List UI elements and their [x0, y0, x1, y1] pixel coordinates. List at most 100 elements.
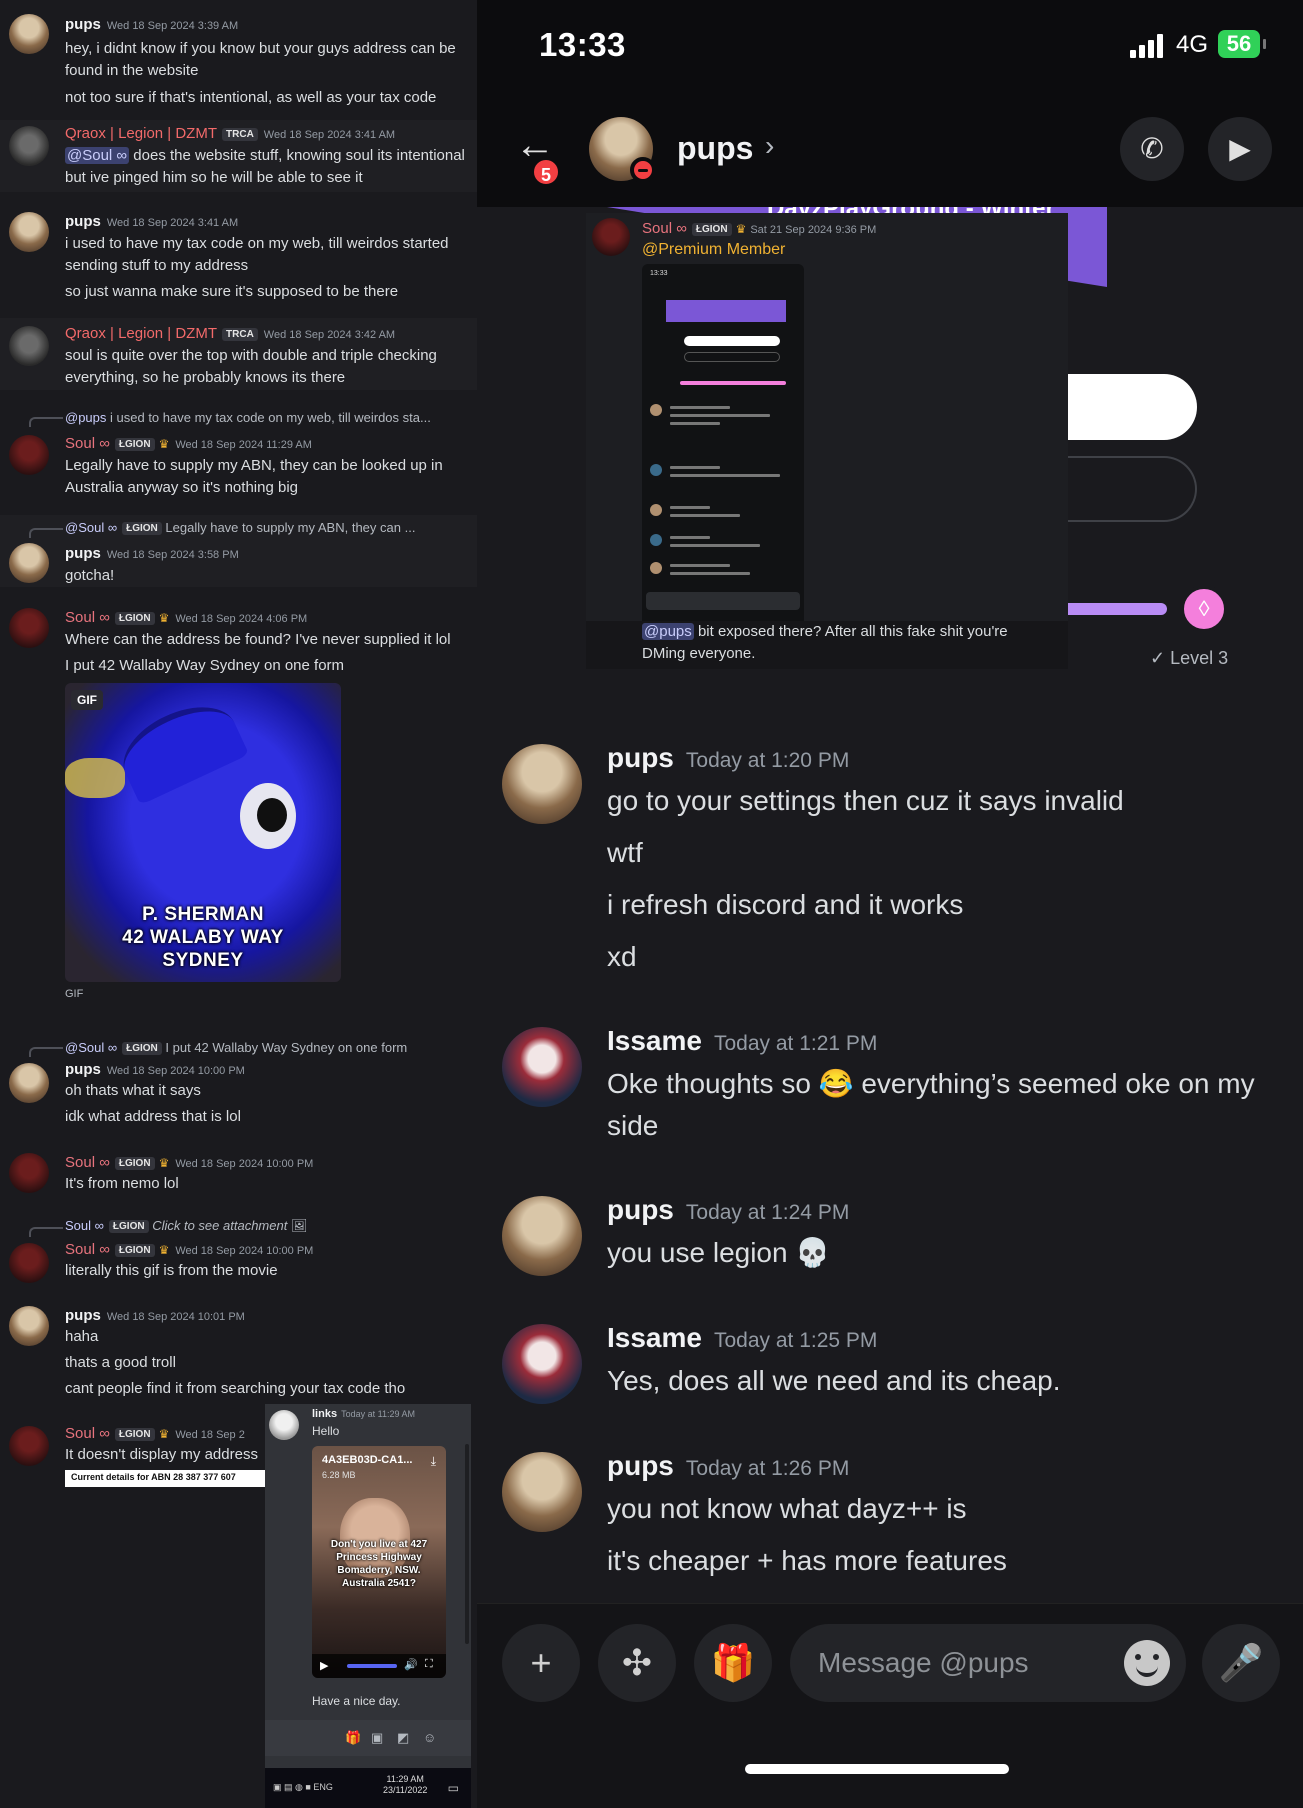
message-text: soul is quite over the top with double a… — [65, 347, 437, 386]
join-button-partial[interactable] — [1057, 374, 1197, 440]
embedded-screenshot[interactable]: Soul ∞ ŁGION ♛ Sat 21 Sep 2024 9:36 PM @Pre… — [586, 213, 1068, 669]
message-text: cant people find it from searching your … — [65, 1380, 406, 1397]
author: pups Wed 18 Sep 2024 10:00 PM — [65, 1061, 245, 1078]
battery-icon: 56 — [1218, 30, 1266, 58]
avatar[interactable] — [502, 744, 582, 824]
video-attachment[interactable]: 4A3EB03D-CA1... 6.28 MB ⤓ Don't you live… — [312, 1446, 446, 1678]
message-text: you use legion 💀 — [607, 1237, 831, 1268]
avatar — [592, 218, 630, 256]
voice-call-button[interactable]: ✆ — [1120, 117, 1184, 181]
abn-screenshot[interactable]: Current details for ABN 28 387 377 607 — [65, 1470, 265, 1487]
phone-dm-screen: 13:33 4G 56 ← 5 pups › ✆ ▶ DayzPlayGroun… — [477, 0, 1303, 1808]
reply-preview[interactable]: @pups i used to have my tax code on my w… — [65, 410, 470, 425]
message-text: literally this gif is from the movie — [65, 1262, 278, 1279]
gif-label: GIF — [65, 988, 84, 1000]
message-text: thats a good troll — [65, 1354, 176, 1371]
message-text: @pups bit exposed there? After all this … — [642, 623, 1008, 662]
author: Issame Today at 1:25 PM — [607, 1322, 878, 1353]
download-icon[interactable]: ⤓ — [431, 1454, 436, 1469]
taskbar: ▣ ▤ ◍ ■ ENG 11:29 AM 23/11/2022 ▭ — [265, 1768, 471, 1808]
avatar[interactable] — [9, 212, 49, 252]
message-text: It's from nemo lol — [65, 1175, 179, 1192]
author: pups Today at 1:24 PM — [607, 1194, 850, 1225]
avatar[interactable] — [502, 1027, 582, 1107]
dm-username[interactable]: pups — [677, 130, 753, 167]
fullscreen-icon[interactable]: ⛶ — [425, 1658, 433, 1671]
emoji-icon[interactable]: ☺ — [423, 1730, 436, 1745]
emoji-icon[interactable] — [1124, 1640, 1170, 1686]
taskbar-clock[interactable]: 11:29 AM 23/11/2022 — [383, 1774, 427, 1796]
avatar[interactable] — [9, 126, 49, 166]
microphone-button[interactable]: 🎤 — [1202, 1624, 1280, 1702]
avatar[interactable] — [9, 14, 49, 54]
file-name: 4A3EB03D-CA1... — [322, 1454, 413, 1466]
level-badge-icon: ◊ — [1180, 585, 1228, 633]
avatar[interactable] — [9, 1243, 49, 1283]
gift-button[interactable]: 🎁 — [694, 1624, 772, 1702]
message: Soul ∞ ŁGION ♛ Wed 18 Sep 2024 10:00 PM It'… — [0, 1145, 477, 1205]
home-indicator[interactable] — [745, 1764, 1009, 1774]
popup-toolbar: 🎁 ▣ ◩ ☺ — [265, 1720, 471, 1756]
gift-icon[interactable]: 🎁 — [345, 1730, 361, 1746]
message-input[interactable]: Message @pups — [790, 1624, 1186, 1702]
author: links Today at 11:29 AM — [312, 1408, 415, 1420]
avatar[interactable] — [502, 1324, 582, 1404]
author: Soul ∞ ŁGION ♛ Wed 18 Sep 2024 10:00 PM — [65, 1154, 314, 1171]
avatar[interactable] — [269, 1410, 299, 1440]
notification-icon[interactable]: ▭ — [448, 1781, 459, 1795]
message-text: Yes, does all we need and its cheap. — [607, 1365, 1061, 1396]
chevron-right-icon[interactable]: › — [765, 130, 774, 162]
message: pups Today at 1:26 PM you not know what d… — [477, 1450, 1303, 1590]
message-text: i used to have my tax code on my web, ti… — [65, 235, 449, 274]
message-text: Hello — [312, 1424, 340, 1438]
play-icon[interactable]: ▶ — [320, 1659, 328, 1672]
avatar[interactable] — [502, 1452, 582, 1532]
avatar[interactable] — [9, 608, 49, 648]
gif-icon[interactable]: ▣ — [371, 1730, 383, 1746]
message: @Soul ∞ ŁGION I put 42 Wallaby Way Sydney… — [0, 1035, 477, 1130]
author: pups Wed 18 Sep 2024 3:41 AM — [65, 213, 239, 230]
scrollbar[interactable] — [465, 1444, 469, 1644]
mention[interactable]: @Soul ∞ — [65, 147, 130, 164]
avatar[interactable] — [9, 1063, 49, 1103]
author: Issame Today at 1:21 PM — [607, 1025, 878, 1056]
author: Soul ∞ ŁGION ♛ Wed 18 Sep 2024 11:29 AM — [65, 435, 312, 452]
level-label: ✓ Level 3 — [1150, 648, 1229, 668]
apps-button[interactable]: ✣ — [598, 1624, 676, 1702]
avatar[interactable] — [9, 326, 49, 366]
author: Soul ∞ ŁGION ♛ Wed 18 Sep 2 — [65, 1425, 245, 1442]
avatar[interactable] — [502, 1196, 582, 1276]
network-type: 4G — [1176, 31, 1209, 58]
message: pups Wed 18 Sep 2024 10:01 PM haha thats … — [0, 1300, 477, 1410]
nemo-gif[interactable]: GIF P. SHERMAN 42 WALABY WAY SYDNEY — [65, 683, 341, 982]
level-progress — [1057, 603, 1167, 615]
outline-button-partial[interactable] — [1057, 456, 1197, 522]
message-text: you not know what dayz++ is — [607, 1493, 967, 1524]
volume-icon[interactable]: 🔊 — [404, 1658, 418, 1671]
reply-preview[interactable]: @Soul ∞ ŁGION I put 42 Wallaby Way Sydney… — [65, 1040, 470, 1055]
avatar[interactable] — [9, 1306, 49, 1346]
avatar[interactable] — [9, 1153, 49, 1193]
add-attachment-button[interactable]: + — [502, 1624, 580, 1702]
avatar[interactable] — [9, 1426, 49, 1466]
message: pups Today at 1:24 PM you use legion 💀 — [477, 1194, 1303, 1284]
sticker-icon[interactable]: ◩ — [397, 1730, 409, 1746]
message-text: go to your settings then cuz it says inv… — [607, 785, 1124, 816]
message-text: Oke thoughts so 😂 everything’s seemed ok… — [607, 1068, 1255, 1141]
dnd-status-icon — [630, 157, 656, 183]
author: pups Wed 18 Sep 2024 10:01 PM — [65, 1307, 245, 1324]
unread-badge: 5 — [531, 157, 561, 187]
volume-slider[interactable] — [347, 1664, 397, 1668]
reply-preview[interactable]: Soul ∞ ŁGION Click to see attachment 🖼 — [65, 1218, 470, 1234]
video-call-button[interactable]: ▶ — [1208, 117, 1272, 181]
author: pups Wed 18 Sep 2024 3:39 AM — [65, 16, 239, 33]
avatar[interactable] — [9, 435, 49, 475]
system-tray[interactable]: ▣ ▤ ◍ ■ ENG — [273, 1782, 333, 1793]
dm-header: ← 5 pups › ✆ ▶ — [477, 95, 1303, 207]
message-text: Legally have to supply my ABN, they can … — [65, 457, 443, 496]
message-text: Where can the address be found? I've nev… — [65, 631, 451, 648]
message-text: i refresh discord and it works — [607, 889, 964, 920]
message-text: it's cheaper + has more features — [607, 1545, 1007, 1576]
reply-preview[interactable]: @Soul ∞ ŁGION Legally have to supply my A… — [65, 520, 470, 535]
avatar[interactable] — [9, 543, 49, 583]
